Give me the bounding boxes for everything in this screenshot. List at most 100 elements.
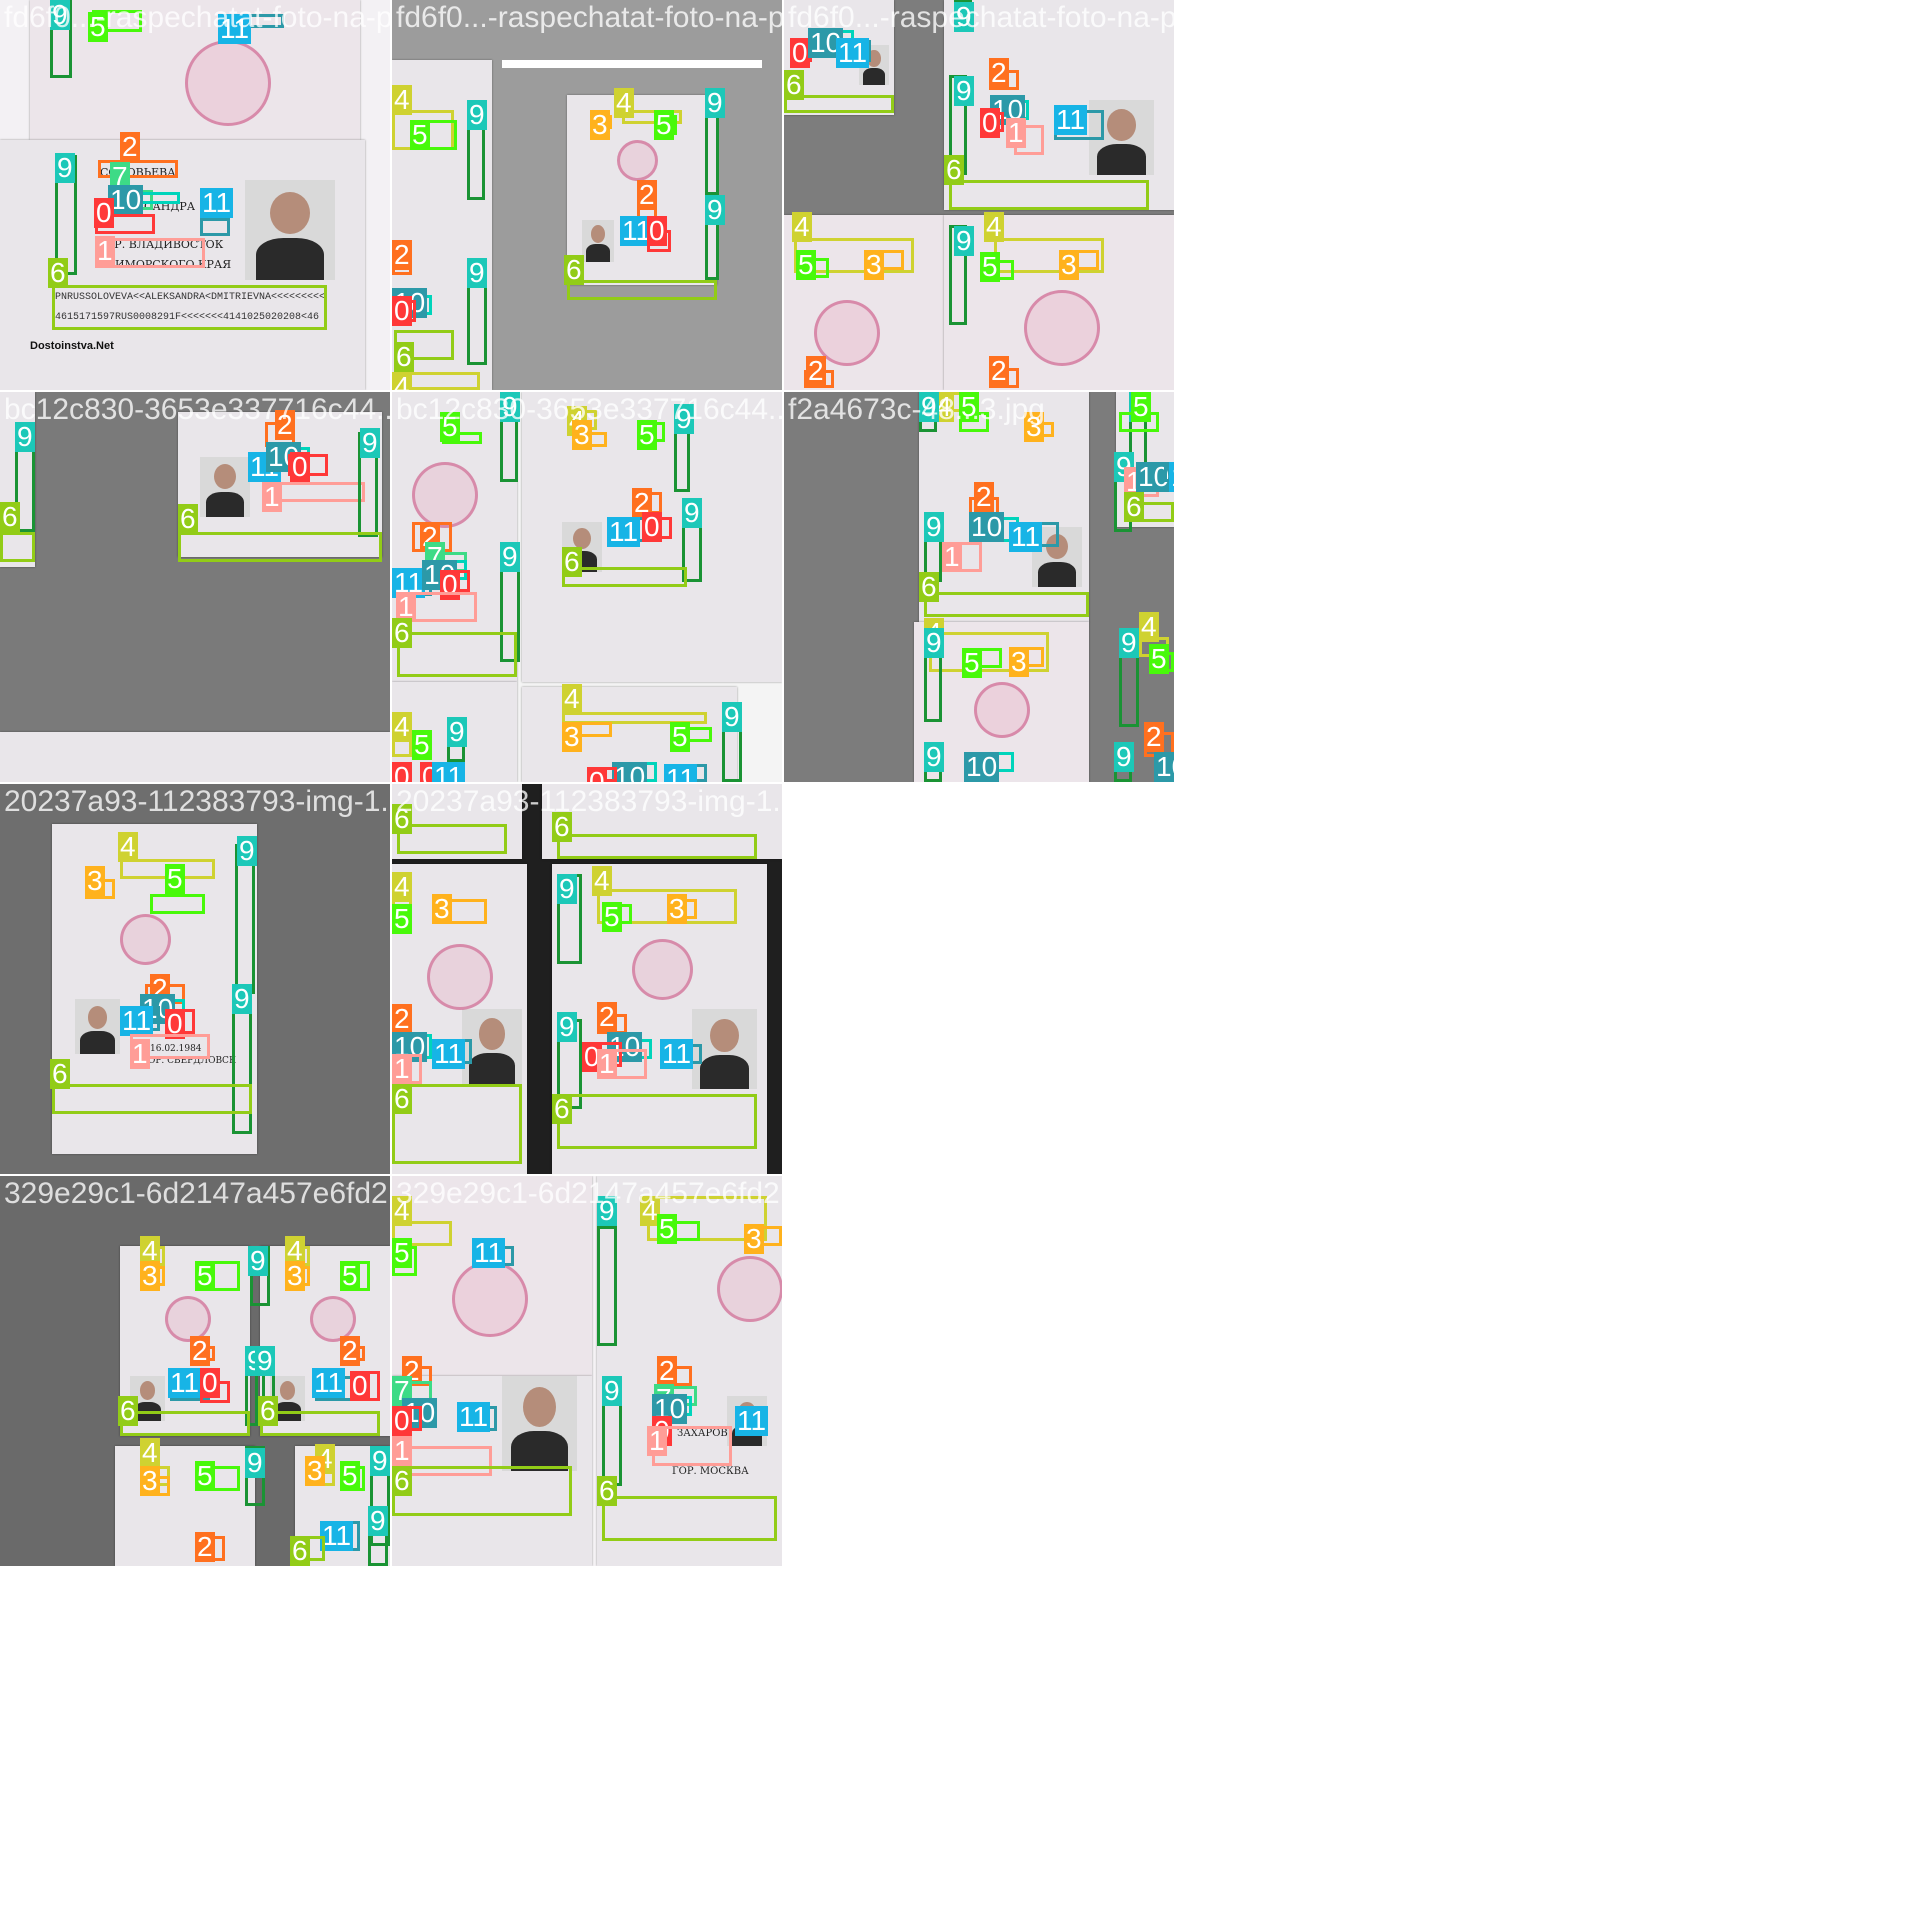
bbox-label-6: 6 — [290, 1535, 310, 1566]
bbox-label-3: 3 — [667, 893, 687, 924]
tile-filename-caption: fd6f0...-raspechatat-foto-na-pasport-ca4… — [788, 1, 1174, 34]
tile-filename-caption: fd6f0...-raspechatat-foto-na-pasport-ca4… — [4, 1, 390, 34]
bbox-label-9: 9 — [924, 627, 944, 658]
stamp-seal — [120, 914, 171, 965]
bbox-label-11: 11 — [432, 762, 466, 782]
tile-filename-caption: 20237a93-112383793-img-1...e97ec9-e4a8bi… — [4, 785, 390, 818]
portrait-photo — [502, 1376, 577, 1471]
tile-2-1: 49539529101116911011645399459109210f2a46… — [784, 392, 1174, 782]
bbox-class-9 — [597, 1226, 617, 1346]
bbox-label-3: 3 — [1059, 249, 1079, 280]
bbox-label-5: 5 — [654, 109, 674, 140]
bbox-label-3: 3 — [140, 1260, 160, 1291]
bbox-label-0: 0 — [587, 767, 607, 782]
watermark: Dostoinstva.Net — [30, 340, 114, 352]
passport-page-bottom-edge — [0, 732, 390, 782]
bbox-label-9: 9 — [368, 1505, 388, 1536]
bbox-label-11: 11 — [312, 1367, 346, 1398]
photo-body — [80, 1030, 115, 1054]
bbox-class-11 — [200, 218, 230, 236]
bbox-label-4: 4 — [792, 211, 812, 242]
photo-head — [523, 1387, 556, 1428]
tile-1-0: 45943599211062910064fd6f0...-raspechatat… — [392, 0, 782, 390]
tile-0-2: 16.02.1984 ГОР. СВЕРДЛОВСК 4 3 5 9 2 10 11 0 1 9 6 20… — [0, 784, 390, 1174]
bbox-label-6: 6 — [0, 501, 20, 532]
bbox-label-2: 2 — [195, 1531, 215, 1562]
bbox-label-11: 11 — [660, 1038, 694, 1069]
bbox-label-4: 4 — [392, 84, 412, 115]
bbox-class-6 — [949, 180, 1149, 210]
stamp-seal — [427, 944, 493, 1010]
bbox-class-6 — [52, 1084, 252, 1114]
bbox-label-3: 3 — [140, 1465, 160, 1496]
stamp-seal — [632, 939, 693, 1000]
bbox-label-5: 5 — [195, 1260, 215, 1291]
bbox-label-10: 10 — [612, 762, 648, 782]
bbox-label-4: 4 — [592, 865, 612, 896]
bbox-label-2: 2 — [806, 355, 826, 386]
bbox-label-11: 11 — [1054, 104, 1088, 135]
bbox-label-0: 0 — [290, 451, 310, 482]
bbox-label-9: 9 — [500, 541, 520, 572]
photo-head — [214, 464, 236, 490]
bbox-label-1: 1 — [392, 1053, 412, 1084]
photo-body — [206, 491, 244, 517]
bbox-label-6: 6 — [784, 69, 804, 100]
photo-body — [255, 238, 325, 280]
bbox-label-3: 3 — [432, 893, 452, 924]
bbox-label-5: 5 — [340, 1260, 360, 1291]
tile-0-1: 96211100196bc12c830-3653e337716c44...-e9… — [0, 392, 390, 782]
bbox-label-9: 9 — [467, 257, 487, 288]
bbox-label-1: 1 — [647, 1425, 667, 1456]
bbox-label-9: 9 — [722, 701, 742, 732]
bbox-label-2: 2 — [1144, 721, 1164, 752]
tile-1-2: 6 6 4 5 3 9 4 5 3 2 10 1 11 6 9 2 10 0 1 11 6 20237a93-112383… — [392, 784, 782, 1174]
bbox-label-1: 1 — [95, 235, 115, 266]
bbox-label-2: 2 — [637, 179, 657, 210]
bbox-label-9: 9 — [232, 983, 252, 1014]
bbox-label-6: 6 — [392, 1465, 412, 1496]
photo-head — [478, 1018, 506, 1050]
photo-body — [1096, 143, 1147, 175]
photo-body — [699, 1055, 750, 1089]
bbox-label-6: 6 — [48, 257, 68, 288]
bbox-label-9: 9 — [1119, 627, 1139, 658]
tile-filename-caption: f2a4673c-48...3.jpg — [788, 393, 1045, 426]
bbox-label-0: 0 — [392, 295, 412, 326]
portrait-photo — [582, 220, 614, 262]
bbox-label-1: 1 — [1006, 117, 1026, 148]
bbox-label-4: 4 — [984, 211, 1004, 242]
tile-0-3: 43594352911062911064359435921196329e29c1… — [0, 1176, 390, 1566]
photo-body — [469, 1052, 515, 1084]
tile-1-1: 594359297111001629110643594590011110011b… — [392, 392, 782, 782]
photo-body — [511, 1431, 568, 1471]
bbox-label-11: 11 — [472, 1237, 506, 1268]
bbox-label-9: 9 — [682, 497, 702, 528]
bbox-class-6 — [602, 1496, 777, 1541]
bbox-label-1: 1 — [130, 1038, 150, 1069]
photo-body — [862, 68, 886, 85]
bbox-label-11: 11 — [457, 1401, 491, 1432]
bbox-label-4: 4 — [1139, 611, 1159, 642]
bbox-label-11: 11 — [1169, 462, 1174, 492]
bbox-label-5: 5 — [796, 249, 816, 280]
white-strip — [502, 60, 762, 68]
bbox-label-3: 3 — [864, 249, 884, 280]
bbox-label-11: 11 — [836, 37, 870, 68]
bbox-label-2: 2 — [120, 131, 140, 162]
passport-text-field: ГОР. МОСКВА — [672, 1466, 749, 1477]
bbox-label-3: 3 — [305, 1455, 325, 1486]
portrait-photo — [75, 999, 120, 1054]
passport-page-c — [115, 1446, 255, 1566]
bbox-label-9: 9 — [447, 716, 467, 747]
stamp-seal — [452, 1261, 528, 1337]
bbox-label-9: 9 — [55, 152, 75, 183]
bbox-label-9: 9 — [237, 835, 257, 866]
bbox-label-0: 0 — [980, 107, 1000, 138]
bbox-label-11: 11 — [200, 187, 234, 218]
bbox-class-6 — [52, 285, 327, 330]
bbox-label-4: 4 — [614, 87, 634, 118]
bbox-class-9 — [705, 220, 719, 280]
bbox-label-5: 5 — [980, 251, 1000, 282]
stamp-seal — [412, 462, 478, 528]
